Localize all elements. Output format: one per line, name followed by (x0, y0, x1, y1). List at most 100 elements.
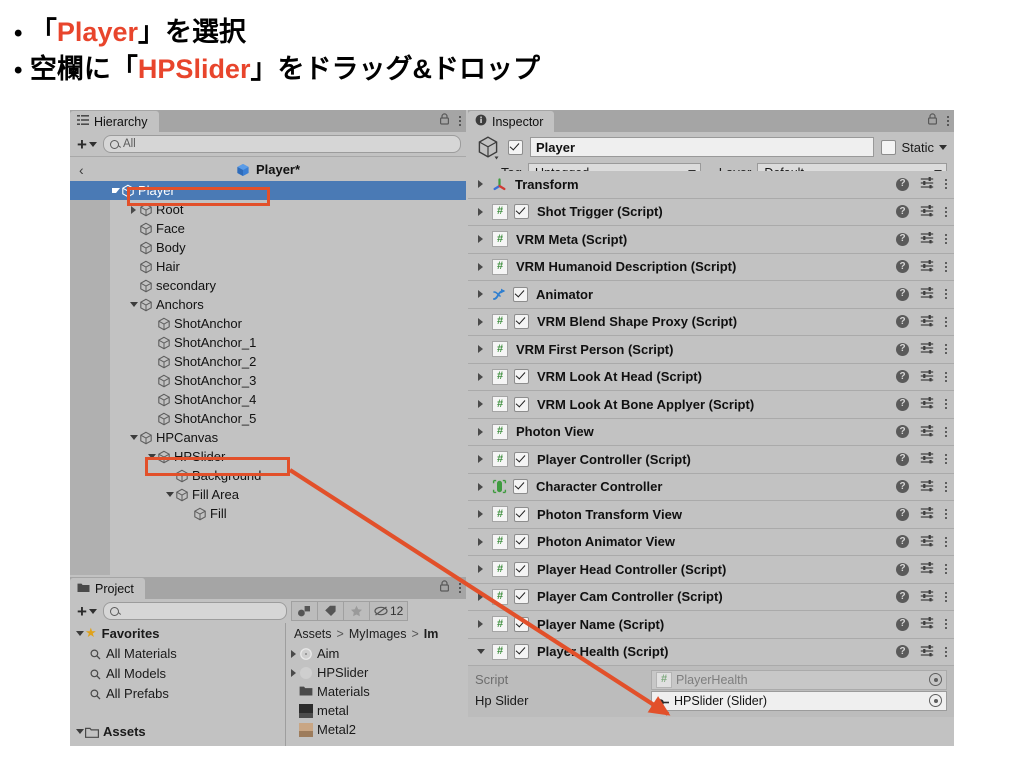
component-row-photon-transform-view[interactable]: # Photon Transform View? (468, 501, 954, 529)
static-checkbox[interactable] (881, 139, 897, 155)
preset-icon[interactable] (920, 589, 934, 605)
help-icon[interactable]: ? (896, 452, 909, 466)
preset-icon[interactable] (920, 259, 934, 275)
help-icon[interactable]: ? (896, 370, 909, 384)
asset-row-metal[interactable]: metal (286, 701, 466, 720)
component-row-player-name-script-[interactable]: # Player Name (Script)? (468, 611, 954, 639)
object-picker-icon[interactable] (929, 694, 942, 707)
chevron-down-icon[interactable] (939, 144, 947, 150)
component-enabled-checkbox[interactable] (513, 286, 528, 302)
label-filter-icon[interactable] (316, 601, 343, 621)
hierarchy-row-shotanchor-2[interactable]: ShotAnchor_2 (70, 352, 466, 371)
hierarchy-search-input[interactable]: All (102, 135, 461, 153)
chevron-right-icon[interactable] (475, 207, 486, 216)
hierarchy-row-body[interactable]: Body (70, 238, 466, 257)
chevron-down-icon[interactable] (128, 435, 139, 440)
preset-icon[interactable] (920, 451, 934, 467)
hierarchy-row-fill-area[interactable]: Fill Area (70, 485, 466, 504)
hierarchy-row-hpslider[interactable]: HPSlider (70, 447, 466, 466)
kebab-menu-icon[interactable] (945, 371, 947, 382)
help-icon[interactable]: ? (896, 480, 909, 494)
help-icon[interactable]: ? (896, 562, 909, 576)
preset-icon[interactable] (920, 341, 934, 357)
preset-icon[interactable] (920, 369, 934, 385)
favorites-header[interactable]: ★ Favorites (70, 623, 285, 643)
preset-icon[interactable] (920, 644, 934, 660)
component-row-player-controller-script-[interactable]: # Player Controller (Script)? (468, 446, 954, 474)
hierarchy-row-face[interactable]: Face (70, 219, 466, 238)
asset-row-metal2[interactable]: Metal2 (286, 720, 466, 739)
component-enabled-checkbox[interactable] (514, 506, 529, 522)
component-row-player-cam-controller-script-[interactable]: # Player Cam Controller (Script)? (468, 583, 954, 611)
favorite-star-icon[interactable] (342, 601, 369, 621)
kebab-menu-icon[interactable] (947, 115, 949, 126)
asset-row-hpslider[interactable]: HPSlider (286, 663, 466, 682)
static-toggle[interactable]: Static (881, 139, 947, 155)
component-row-player-head-controller-script-[interactable]: # Player Head Controller (Script)? (468, 556, 954, 584)
tab-inspector[interactable]: Inspector (468, 111, 555, 132)
component-row-vrm-blend-shape-proxy-script-[interactable]: # VRM Blend Shape Proxy (Script)? (468, 308, 954, 336)
preset-icon[interactable] (920, 561, 934, 577)
breadcrumb-current[interactable]: Player* (70, 162, 466, 177)
object-field[interactable]: HPSlider (Slider) (651, 690, 947, 711)
hierarchy-row-secondary[interactable]: secondary (70, 276, 466, 295)
component-enabled-checkbox[interactable] (514, 616, 529, 632)
chevron-right-icon[interactable] (475, 510, 486, 519)
chevron-right-icon[interactable] (288, 649, 299, 658)
hierarchy-row-anchors[interactable]: Anchors (70, 295, 466, 314)
chevron-down-icon[interactable] (164, 492, 175, 497)
kebab-menu-icon[interactable] (945, 234, 947, 245)
component-enabled-checkbox[interactable] (514, 589, 529, 605)
kebab-menu-icon[interactable] (459, 582, 461, 593)
component-row-transform[interactable]: Transform? (468, 171, 954, 199)
component-enabled-checkbox[interactable] (514, 451, 529, 467)
component-row-vrm-look-at-bone-applyer-script-[interactable]: # VRM Look At Bone Applyer (Script)? (468, 391, 954, 419)
kebab-menu-icon[interactable] (945, 316, 947, 327)
help-icon[interactable]: ? (896, 287, 909, 301)
chevron-right-icon[interactable] (475, 317, 486, 326)
component-enabled-checkbox[interactable] (513, 479, 528, 495)
chevron-right-icon[interactable] (475, 455, 486, 464)
component-row-vrm-meta-script-[interactable]: # VRM Meta (Script)? (468, 226, 954, 254)
chevron-right-icon[interactable] (475, 565, 486, 574)
chevron-right-icon[interactable] (128, 205, 139, 214)
favorite-item-all-prefabs[interactable]: All Prefabs (70, 683, 285, 703)
preset-icon[interactable] (920, 231, 934, 247)
component-row-vrm-look-at-head-script-[interactable]: # VRM Look At Head (Script)? (468, 363, 954, 391)
component-row-animator[interactable]: Animator? (468, 281, 954, 309)
hierarchy-row-player[interactable]: Player (70, 181, 466, 200)
kebab-menu-icon[interactable] (459, 115, 461, 126)
lock-icon[interactable] (927, 113, 938, 128)
breadcrumb-current-folder[interactable]: Im (424, 627, 439, 641)
kebab-menu-icon[interactable] (945, 536, 947, 547)
gameobject-name-field[interactable]: Player (530, 137, 875, 157)
component-enabled-checkbox[interactable] (514, 369, 529, 385)
component-enabled-checkbox[interactable] (514, 561, 529, 577)
hierarchy-row-hair[interactable]: Hair (70, 257, 466, 276)
kebab-menu-icon[interactable] (945, 481, 947, 492)
project-search-input[interactable] (102, 602, 287, 620)
preset-icon[interactable] (920, 314, 934, 330)
help-icon[interactable]: ? (896, 590, 909, 604)
component-row-shot-trigger-script-[interactable]: # Shot Trigger (Script)? (468, 198, 954, 226)
kebab-menu-icon[interactable] (945, 509, 947, 520)
chevron-down-icon[interactable] (110, 188, 121, 193)
component-row-photon-view[interactable]: # Photon View? (468, 418, 954, 446)
asset-row-aim[interactable]: Aim (286, 644, 466, 663)
chevron-right-icon[interactable] (475, 482, 486, 491)
preset-icon[interactable] (920, 204, 934, 220)
kebab-menu-icon[interactable] (945, 289, 947, 300)
preset-icon[interactable] (920, 479, 934, 495)
gameobject-active-checkbox[interactable] (508, 139, 523, 155)
component-row-photon-animator-view[interactable]: # Photon Animator View? (468, 528, 954, 556)
kebab-menu-icon[interactable] (945, 619, 947, 630)
kebab-menu-icon[interactable] (945, 399, 947, 410)
type-filter-icon[interactable] (290, 601, 317, 621)
chevron-right-icon[interactable] (475, 400, 486, 409)
hierarchy-row-root[interactable]: Root (70, 200, 466, 219)
component-enabled-checkbox[interactable] (514, 534, 529, 550)
object-picker-icon[interactable] (929, 673, 942, 686)
asset-row-materials[interactable]: Materials (286, 682, 466, 701)
lock-icon[interactable] (439, 113, 450, 128)
kebab-menu-icon[interactable] (945, 591, 947, 602)
